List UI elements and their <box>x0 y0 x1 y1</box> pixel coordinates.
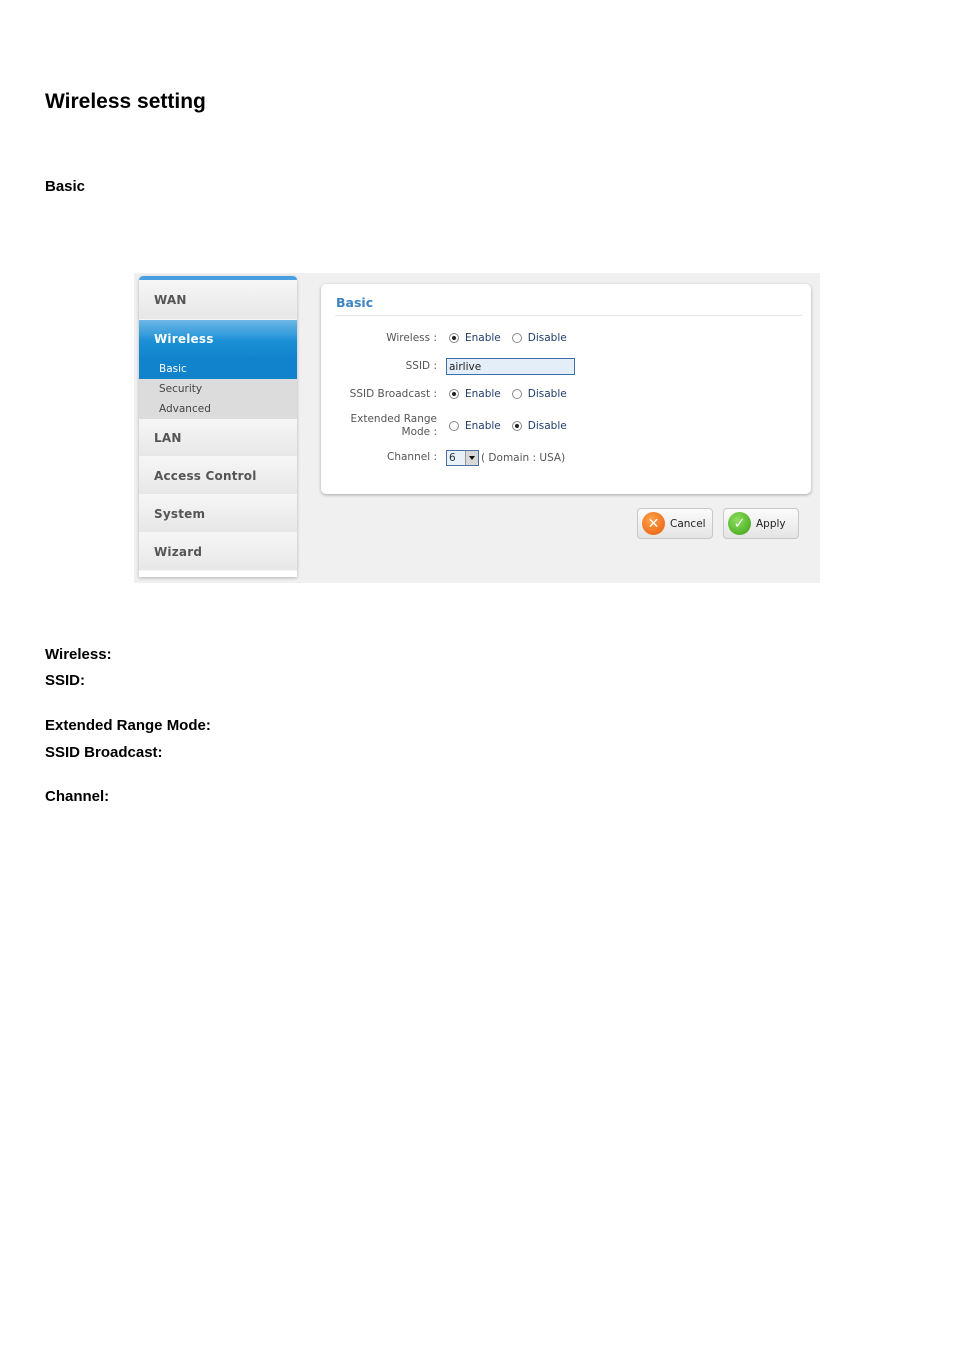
basic-settings-panel: Basic Wireless : Enable Disable SSID : S… <box>321 284 811 494</box>
ssid-broadcast-disable-radio[interactable] <box>511 389 522 399</box>
sidebar-item-wan[interactable]: WAN <box>139 280 297 320</box>
channel-select-value: 6 <box>449 452 456 464</box>
extended-range-label: Extended Range Mode : <box>351 413 438 439</box>
router-ui-screenshot: WAN Wireless Basic Security Advanced LAN… <box>134 273 820 583</box>
wireless-enable-label[interactable]: Enable <box>465 332 501 344</box>
sidebar-item-lan[interactable]: LAN <box>139 419 297 457</box>
wireless-disable-radio[interactable] <box>511 333 522 343</box>
sidebar-item-wizard[interactable]: Wizard <box>139 533 297 571</box>
channel-domain-note: ( Domain : USA) <box>481 452 566 464</box>
field-desc-ssid: SSID: <box>45 672 86 689</box>
extended-range-disable-radio[interactable] <box>511 421 522 431</box>
extended-range-enable-radio[interactable] <box>449 421 459 431</box>
cancel-x-icon: ✕ <box>642 512 665 535</box>
chevron-down-icon[interactable] <box>465 451 478 465</box>
channel-label: Channel : <box>387 451 437 463</box>
extended-range-enable-label[interactable]: Enable <box>465 420 501 432</box>
apply-check-icon: ✓ <box>728 512 751 535</box>
ssid-broadcast-disable-label[interactable]: Disable <box>528 388 567 400</box>
apply-button[interactable]: ✓ Apply <box>723 508 799 539</box>
ssid-broadcast-enable-radio[interactable] <box>449 389 459 399</box>
cancel-button[interactable]: ✕ Cancel <box>637 508 713 539</box>
sidebar-subitem-basic[interactable]: Basic <box>139 359 297 379</box>
ssid-input[interactable] <box>446 358 575 375</box>
ssid-broadcast-enable-label[interactable]: Enable <box>465 388 501 400</box>
apply-button-label: Apply <box>756 517 786 530</box>
panel-divider <box>335 315 802 316</box>
sidebar-item-system[interactable]: System <box>139 495 297 533</box>
channel-select[interactable]: 6 <box>446 450 479 466</box>
sidebar-item-wireless[interactable]: Wireless <box>139 320 297 359</box>
ssid-broadcast-label: SSID Broadcast : <box>349 388 437 400</box>
field-desc-extended-range: Extended Range Mode: <box>45 717 211 734</box>
wireless-label: Wireless : <box>386 332 437 344</box>
panel-title: Basic <box>336 295 374 310</box>
wireless-disable-label[interactable]: Disable <box>528 332 567 344</box>
extended-range-label-line1: Extended Range <box>350 413 438 425</box>
extended-range-disable-label[interactable]: Disable <box>528 420 567 432</box>
sidebar-subitem-advanced[interactable]: Advanced <box>139 399 297 419</box>
cancel-button-label: Cancel <box>670 517 706 530</box>
field-desc-channel: Channel: <box>45 788 110 805</box>
ssid-label: SSID : <box>405 360 437 372</box>
sidebar-item-access-control[interactable]: Access Control <box>139 457 297 495</box>
extended-range-label-line2: Mode : <box>401 426 437 438</box>
sidebar-subitem-security[interactable]: Security <box>139 379 297 399</box>
wireless-enable-radio[interactable] <box>449 333 459 343</box>
sidebar: WAN Wireless Basic Security Advanced LAN… <box>139 276 297 577</box>
field-desc-ssid-broadcast: SSID Broadcast: <box>45 744 163 761</box>
section-heading-basic: Basic <box>45 178 86 195</box>
field-desc-wireless: Wireless: <box>45 646 112 663</box>
document-title: Wireless setting <box>45 90 206 113</box>
